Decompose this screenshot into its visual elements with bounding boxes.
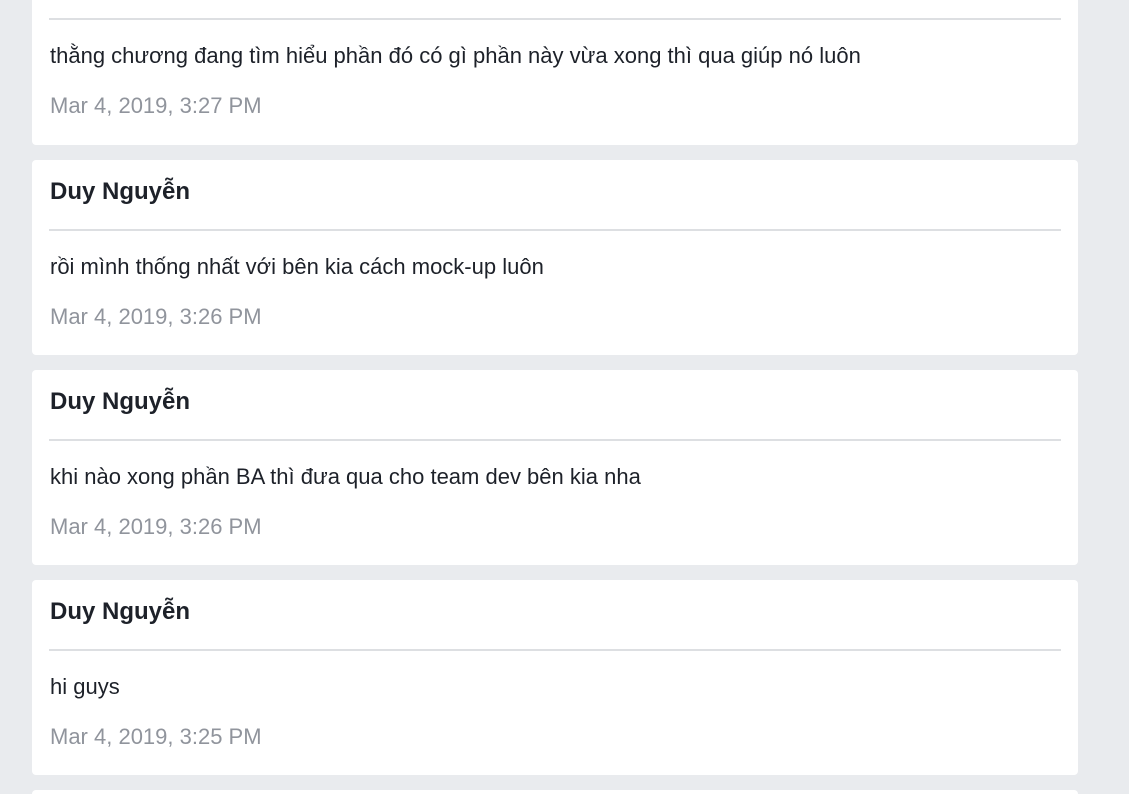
message-timestamp: Mar 4, 2019, 3:27 PM (50, 93, 262, 118)
message-text: rồi mình thống nhất với bên kia cách moc… (50, 254, 544, 279)
message-card: thằng chương đang tìm hiểu phần đó có gì… (32, 0, 1078, 145)
message-card: Duy Nguyễn rồi mình thống nhất với bên k… (32, 160, 1078, 355)
message-card (32, 790, 1078, 794)
message-divider (49, 229, 1061, 231)
message-divider (49, 649, 1061, 651)
message-author: Duy Nguyễn (50, 388, 191, 415)
message-text: khi nào xong phần BA thì đưa qua cho tea… (50, 464, 641, 489)
message-timestamp: Mar 4, 2019, 3:26 PM (50, 514, 262, 539)
message-card: Duy Nguyễn hi guys Mar 4, 2019, 3:25 PM (32, 580, 1078, 775)
message-author: Duy Nguyễn (50, 178, 191, 205)
message-text: hi guys (50, 674, 120, 699)
message-divider (49, 439, 1061, 441)
message-timestamp: Mar 4, 2019, 3:25 PM (50, 724, 262, 749)
message-text: thằng chương đang tìm hiểu phần đó có gì… (50, 43, 861, 68)
message-author: Duy Nguyễn (50, 598, 191, 625)
message-card: Duy Nguyễn khi nào xong phần BA thì đưa … (32, 370, 1078, 565)
message-divider (49, 18, 1061, 20)
message-timestamp: Mar 4, 2019, 3:26 PM (50, 304, 262, 329)
